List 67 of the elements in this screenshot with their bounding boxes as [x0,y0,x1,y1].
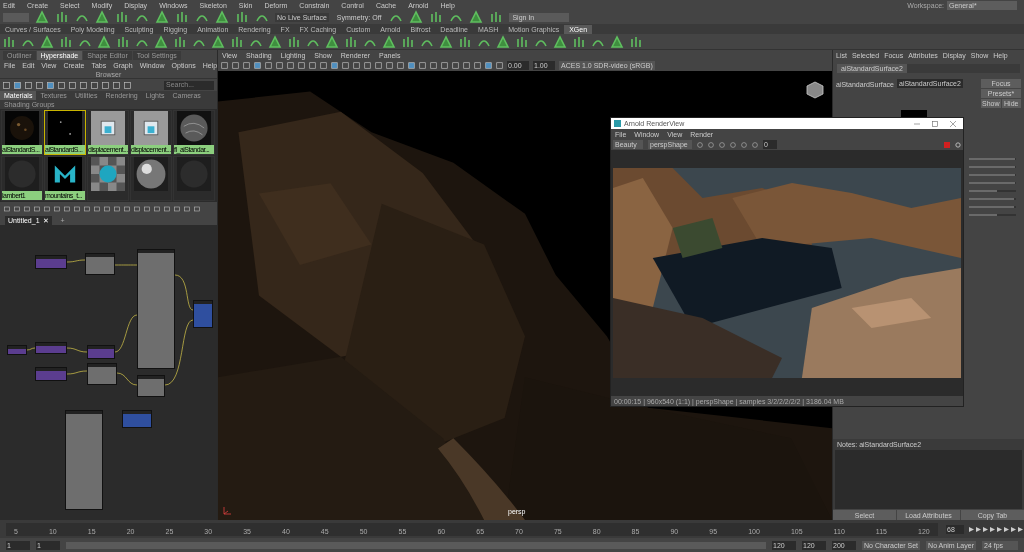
shader-node[interactable] [137,375,165,397]
connection-wire [26,347,36,351]
shelf-tool-icon[interactable] [211,34,225,49]
material-swatch-icon [48,111,82,145]
shader-node[interactable] [35,342,67,354]
shelf-tool-icon[interactable] [489,10,504,24]
shelf-tool-icon[interactable] [401,34,415,49]
material-swatch-icon [5,111,39,145]
shelf-tool-icon[interactable] [235,10,249,24]
shader-node[interactable] [65,410,103,510]
connection-wire [114,264,138,266]
shader-node[interactable] [122,410,152,428]
shader-node[interactable] [137,249,175,369]
shelf-tool-icon[interactable] [344,34,358,49]
material-swatch-icon [91,111,125,145]
material-swatch[interactable] [130,156,172,201]
material-swatch-icon [134,111,168,145]
notes-field[interactable] [835,450,1022,509]
connection-wire [66,347,88,353]
shelf-tool-icon[interactable] [610,34,624,49]
connection-wire [114,314,138,353]
shelf-tool-icon[interactable] [97,34,111,49]
shader-node[interactable] [87,345,115,359]
shelf-tool-icon[interactable] [154,34,168,49]
shelf-tool-icon[interactable] [629,34,643,49]
shelf-tool-icon[interactable] [40,34,54,49]
material-swatch[interactable] [87,156,129,201]
connection-wire [174,274,194,311]
shelf-tool-icon[interactable] [268,34,282,49]
shelf-tool-icon[interactable] [55,10,69,24]
shelf-tool-icon[interactable] [496,34,510,49]
shader-node[interactable] [193,300,213,328]
stop-render-icon[interactable] [944,141,950,148]
shelf-tool-icon[interactable] [325,34,339,49]
connection-wire [116,372,138,386]
material-swatch-icon [177,111,211,145]
shelf-tool-icon[interactable] [230,34,244,49]
shelf-tool-icon[interactable] [553,34,567,49]
shelf-tool-icon[interactable] [429,10,444,24]
maximize-icon[interactable] [932,120,938,127]
shelf-tool-icon[interactable] [2,34,16,49]
shelf-tool-icon[interactable] [439,34,453,49]
material-swatch[interactable] [173,156,215,201]
connection-wire [66,370,88,375]
shelf-tool-icon[interactable] [382,34,396,49]
material-swatch-icon [91,157,125,191]
shader-node[interactable] [85,253,115,275]
material-swatch-icon [134,157,168,191]
shelf-tool-icon[interactable] [287,34,301,49]
shelf-tool-icon[interactable] [59,34,73,49]
shelf-tool-icon[interactable] [572,34,586,49]
shelf-tool-icon[interactable] [458,34,472,49]
shader-node[interactable] [35,367,67,381]
shader-node[interactable] [35,255,67,269]
close-icon[interactable] [950,120,956,127]
shader-node[interactable] [7,345,27,355]
shelf-tool-icon[interactable] [173,34,187,49]
settings-icon[interactable] [955,141,961,148]
shader-node[interactable] [87,363,117,385]
maya-logo-icon [48,157,82,191]
shelf-tool-icon[interactable] [115,10,129,24]
connection-wire [66,259,86,263]
material-swatch-icon [5,157,39,191]
shelf-tool-icon[interactable] [116,34,130,49]
shelf-tool-icon[interactable] [515,34,529,49]
connection-wire [164,319,194,386]
shelf-tool-icon[interactable] [175,10,189,24]
